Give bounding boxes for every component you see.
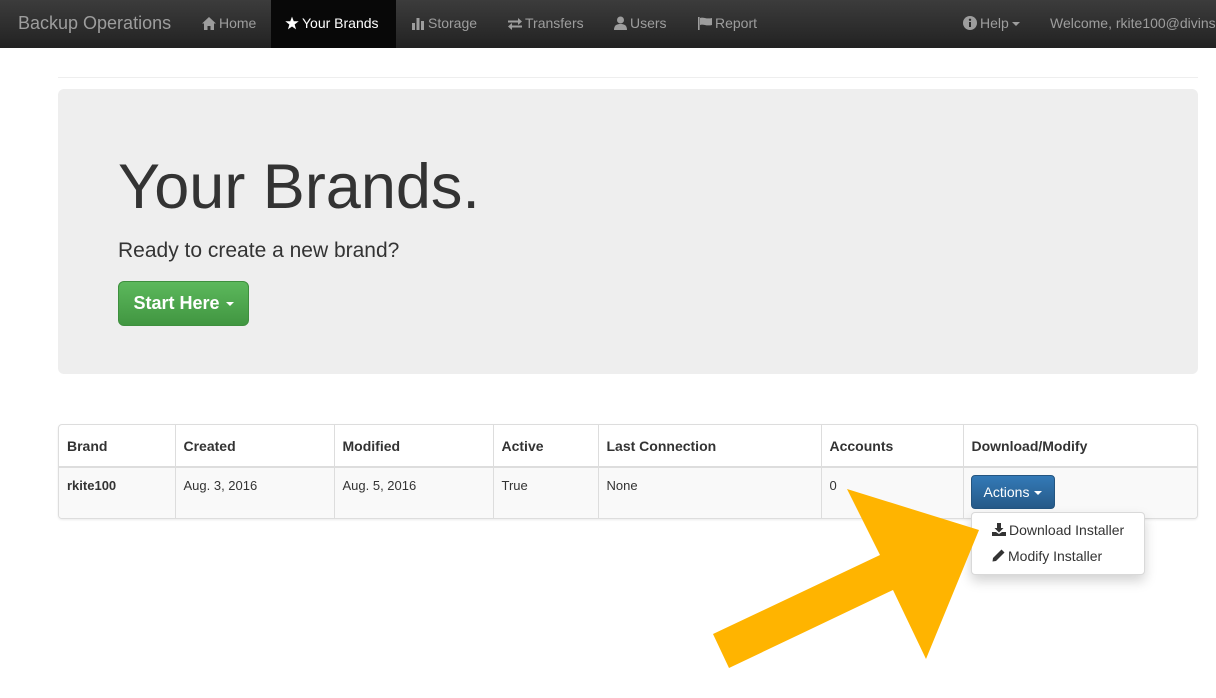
page-title: Your Brands. bbox=[118, 152, 480, 222]
welcome-user[interactable]: Welcome, rkite100@divins bbox=[1050, 0, 1216, 48]
info-icon bbox=[963, 0, 977, 46]
column-header-accounts: Accounts bbox=[821, 425, 964, 468]
navbar-brand[interactable]: Backup Operations bbox=[18, 0, 171, 48]
column-header-created: Created bbox=[175, 425, 335, 468]
actions-dropdown-menu: Download Installer Modify Installer bbox=[971, 512, 1145, 575]
menu-item-download-installer[interactable]: Download Installer bbox=[992, 522, 1124, 538]
cell-active: True bbox=[493, 467, 599, 518]
nav-label: Users bbox=[630, 15, 667, 31]
column-header-active: Active bbox=[493, 425, 599, 468]
actions-button[interactable]: Actions bbox=[971, 475, 1055, 509]
nav-item-home[interactable]: Home bbox=[195, 0, 263, 48]
nav-item-users[interactable]: Users bbox=[613, 0, 667, 48]
menu-item-label: Download Installer bbox=[1009, 522, 1125, 538]
start-here-button[interactable]: Start Here bbox=[118, 281, 249, 326]
nav-label: Transfers bbox=[525, 15, 584, 31]
cell-modified: Aug. 5, 2016 bbox=[334, 467, 494, 518]
nav-label: Report bbox=[715, 15, 758, 31]
caret-down-icon bbox=[225, 302, 234, 307]
home-icon bbox=[202, 0, 216, 46]
actions-label: Actions bbox=[983, 484, 1030, 500]
nav-item-storage[interactable]: Storage bbox=[411, 0, 477, 48]
column-header-brand: Brand bbox=[59, 425, 176, 468]
column-header-last-connection: Last Connection bbox=[598, 425, 822, 468]
cell-created: Aug. 3, 2016 bbox=[175, 467, 335, 518]
cell-last-connection: None bbox=[598, 467, 822, 518]
page-subtitle: Ready to create a new brand? bbox=[118, 239, 400, 262]
nav-item-transfers[interactable]: Transfers bbox=[508, 0, 584, 48]
nav-label: Your Brands bbox=[302, 15, 379, 31]
cell-brand: rkite100 bbox=[59, 467, 176, 518]
divider bbox=[58, 77, 1198, 78]
user-icon bbox=[613, 0, 627, 46]
bar-chart-icon bbox=[411, 0, 425, 46]
transfer-icon bbox=[508, 0, 522, 46]
menu-item-modify-installer[interactable]: Modify Installer bbox=[992, 548, 1102, 564]
column-header-modified: Modified bbox=[334, 425, 494, 468]
start-here-label: Start Here bbox=[133, 293, 220, 313]
jumbotron: Your Brands. Ready to create a new brand… bbox=[58, 89, 1198, 374]
caret-down-icon bbox=[1011, 22, 1020, 27]
help-dropdown[interactable]: Help bbox=[963, 0, 1020, 48]
nav-item-your-brands[interactable]: Your Brands bbox=[271, 0, 396, 48]
download-icon bbox=[992, 523, 1006, 536]
help-label: Help bbox=[980, 15, 1009, 31]
top-navbar: Backup Operations Home Your Brands Stora… bbox=[0, 0, 1216, 48]
column-header-download-modify: Download/Modify bbox=[963, 425, 1197, 468]
nav-label: Storage bbox=[428, 15, 478, 31]
caret-down-icon bbox=[1034, 491, 1043, 496]
nav-label: Home bbox=[219, 15, 257, 31]
star-icon bbox=[285, 0, 299, 46]
menu-item-label: Modify Installer bbox=[1008, 548, 1103, 564]
nav-item-report[interactable]: Report bbox=[698, 0, 757, 48]
flag-icon bbox=[698, 0, 712, 46]
pencil-icon bbox=[992, 549, 1005, 562]
cell-accounts: 0 bbox=[821, 467, 964, 518]
table-header-row: Brand Created Modified Active Last Conne… bbox=[59, 425, 1197, 468]
